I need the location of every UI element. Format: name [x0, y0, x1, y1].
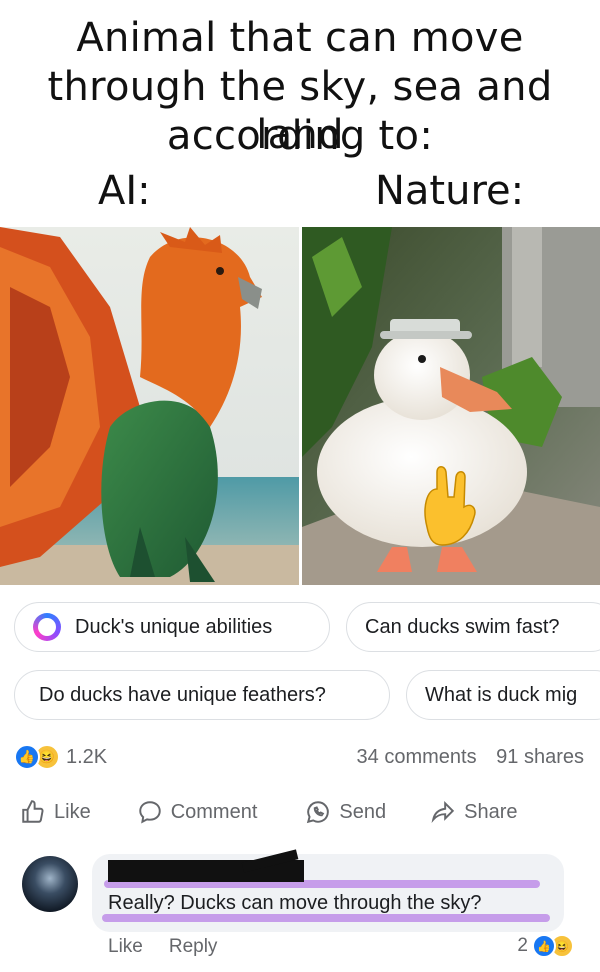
suggestion-chip-duck-migration[interactable]: What is duck mig	[406, 670, 600, 720]
comment-like-link[interactable]: Like	[108, 936, 143, 958]
share-button[interactable]: Share	[430, 799, 518, 825]
meme-caption-line-1: Animal that can move	[76, 15, 524, 61]
reaction-count[interactable]: 1.2K	[66, 746, 107, 769]
like-reaction-icon: 👍	[14, 744, 40, 770]
label-nature: Nature:	[375, 168, 525, 214]
comment-bubble: Really? Ducks can move through the sky?	[92, 849, 564, 932]
nature-duck-photo	[302, 227, 600, 585]
post-stats-bar: 👍 😆 1.2K 34 comments 91 shares	[14, 740, 584, 774]
share-count[interactable]: 91 shares	[496, 746, 584, 768]
label-ai: AI:	[98, 168, 151, 214]
comment-label: Comment	[170, 800, 258, 823]
comment-text: Really? Ducks can move through the sky?	[108, 892, 482, 914]
meme-caption-line-3: according to:	[166, 113, 434, 159]
share-label: Share	[464, 800, 518, 823]
suggestion-label: What is duck mig	[425, 683, 578, 706]
suggestion-chip-swim-fast[interactable]: Can ducks swim fast?	[346, 602, 600, 652]
suggestion-chip-unique-feathers[interactable]: Do ducks have unique feathers?	[14, 670, 390, 720]
comment-button[interactable]: Comment	[137, 799, 258, 825]
comment-reaction-count: 2	[517, 935, 528, 956]
purple-underline-stroke	[102, 914, 550, 922]
comment-reply-link[interactable]: Reply	[169, 936, 218, 958]
like-label: Like	[54, 800, 91, 823]
suggestion-label: Can ducks swim fast?	[365, 615, 560, 638]
commenter-avatar[interactable]	[22, 856, 78, 912]
send-button[interactable]: Send	[305, 799, 386, 825]
comment-actions: Like Reply	[108, 936, 217, 958]
suggestion-label: Duck's unique abilities	[75, 615, 273, 638]
comment-reactions[interactable]: 2 👍 😆	[517, 934, 574, 958]
ai-griffin-image	[0, 227, 299, 585]
send-label: Send	[339, 800, 387, 823]
comment-bubble-icon	[138, 801, 161, 824]
post-action-bar: Like Comment Send Share	[20, 794, 584, 830]
suggestion-chip-duck-abilities[interactable]: Duck's unique abilities	[14, 602, 330, 652]
suggestion-label: Do ducks have unique feathers?	[39, 683, 326, 706]
whatsapp-send-icon	[307, 801, 330, 824]
like-button[interactable]: Like	[20, 799, 91, 825]
comment-count[interactable]: 34 comments	[357, 746, 477, 768]
meta-ai-icon	[33, 613, 61, 641]
share-arrow-icon	[431, 800, 455, 824]
engagement-counts: 34 comments 91 shares	[357, 746, 584, 769]
like-reaction-icon: 👍	[532, 934, 556, 958]
thumbs-up-icon	[22, 800, 44, 823]
